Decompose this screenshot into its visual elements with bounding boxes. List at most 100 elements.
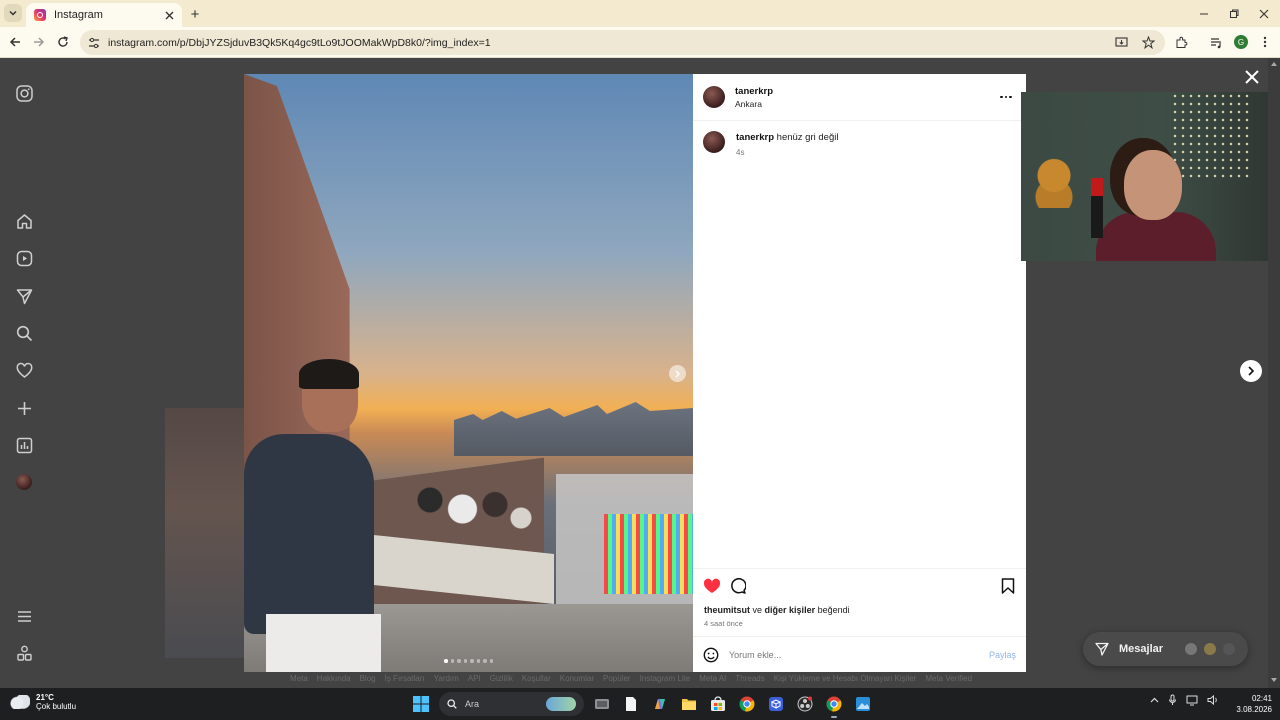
search-icon[interactable] xyxy=(14,323,34,343)
carousel-next-button[interactable] xyxy=(669,365,686,382)
footer-link[interactable]: Meta AI xyxy=(699,674,726,683)
speaker-icon[interactable] xyxy=(1207,694,1219,706)
post-location[interactable]: Ankara xyxy=(735,99,986,109)
instagram-logo-icon[interactable] xyxy=(14,83,34,103)
chrome-button[interactable] xyxy=(736,693,758,715)
also-from-meta-icon[interactable] xyxy=(14,643,34,663)
close-window-button[interactable] xyxy=(1254,4,1274,24)
caption-text: henüz gri değil xyxy=(776,132,839,143)
tab-title: Instagram xyxy=(54,9,103,21)
direct-messages-icon[interactable] xyxy=(14,286,34,306)
new-tab-button[interactable]: + xyxy=(185,4,205,24)
bookmark-star-icon[interactable] xyxy=(1142,36,1155,49)
store-button[interactable] xyxy=(707,693,729,715)
home-icon[interactable] xyxy=(14,211,34,231)
taskbar-search[interactable]: Ara xyxy=(439,692,584,716)
save-button[interactable] xyxy=(1001,578,1015,594)
notifications-heart-icon[interactable] xyxy=(14,360,34,380)
emoji-button[interactable] xyxy=(703,647,719,663)
profile-avatar-icon[interactable] xyxy=(14,472,34,492)
liker-username[interactable]: theumitsut xyxy=(704,605,750,615)
reload-button[interactable] xyxy=(53,32,73,52)
copilot-icon xyxy=(655,699,665,709)
copilot-button[interactable] xyxy=(649,693,671,715)
footer-link[interactable]: Meta Verified xyxy=(925,674,972,683)
footer-link[interactable]: Popüler xyxy=(603,674,631,683)
post-detail-panel: tanerkrp Ankara tanerkrp henüz gri değil… xyxy=(693,74,1026,672)
browser-menu-button[interactable] xyxy=(1255,32,1275,52)
extensions-button[interactable] xyxy=(1171,32,1191,52)
cloud-icon xyxy=(10,695,30,709)
chevron-up-icon[interactable] xyxy=(1150,696,1159,705)
weather-widget[interactable]: 21°C Çok bulutlu xyxy=(10,693,76,711)
chrome-active-button[interactable] xyxy=(823,693,845,718)
other-likers-link[interactable]: diğer kişiler xyxy=(765,605,816,615)
profile-button[interactable]: G xyxy=(1231,32,1251,52)
footer-link[interactable]: Konumlar xyxy=(560,674,594,683)
comment-button[interactable] xyxy=(730,578,746,594)
next-post-button[interactable] xyxy=(1240,360,1262,382)
footer-link[interactable]: Threads xyxy=(735,674,764,683)
restore-icon xyxy=(1230,9,1239,18)
obs-button[interactable] xyxy=(794,693,816,715)
caption-avatar[interactable] xyxy=(703,131,725,153)
cube-app-icon xyxy=(769,697,783,711)
address-bar[interactable]: instagram.com/p/DbjJYZSjduvB3Qk5Kq4gc9tL… xyxy=(80,30,1165,55)
tab-search-button[interactable] xyxy=(4,4,22,22)
browser-tab-instagram[interactable]: Instagram xyxy=(26,3,182,27)
site-settings-icon[interactable] xyxy=(88,37,100,49)
likes-connector: ve xyxy=(752,605,763,615)
close-tab-icon[interactable] xyxy=(165,11,174,20)
back-button[interactable] xyxy=(5,32,25,52)
contact-avatar xyxy=(1203,642,1217,656)
display-icon[interactable] xyxy=(1186,694,1198,706)
media-controls-button[interactable] xyxy=(1206,32,1226,52)
footer-link[interactable]: Hakkında xyxy=(317,674,351,683)
post-options-button[interactable] xyxy=(996,90,1016,104)
search-highlight-icon xyxy=(546,697,576,711)
footer-link[interactable]: İş Fırsatları xyxy=(385,674,425,683)
chevron-right-icon xyxy=(675,370,680,377)
footer-link[interactable]: API xyxy=(468,674,481,683)
author-avatar[interactable] xyxy=(703,86,725,108)
dashboard-icon[interactable] xyxy=(14,435,34,455)
footer-link[interactable]: Yardım xyxy=(434,674,459,683)
reels-icon[interactable] xyxy=(14,248,34,268)
comment-input[interactable]: Yorum ekle... xyxy=(729,650,979,660)
forward-button[interactable] xyxy=(29,32,49,52)
like-button[interactable] xyxy=(703,578,721,594)
more-menu-icon[interactable] xyxy=(14,606,34,626)
post-comment-button[interactable]: Paylaş xyxy=(989,650,1016,660)
file-app-button[interactable] xyxy=(620,693,642,715)
footer-link[interactable]: Instagram Lite xyxy=(640,674,691,683)
create-plus-icon[interactable] xyxy=(14,398,34,418)
caption-username[interactable]: tanerkrp xyxy=(736,132,774,143)
post-photo[interactable] xyxy=(244,74,693,672)
install-app-icon[interactable] xyxy=(1115,36,1128,49)
photos-button[interactable] xyxy=(852,693,874,715)
minimize-button[interactable] xyxy=(1194,4,1214,24)
page-scrollbar[interactable] xyxy=(1268,58,1280,688)
task-view-button[interactable] xyxy=(591,693,613,715)
post-caption: tanerkrp henüz gri değil 4s xyxy=(703,131,838,157)
messages-button[interactable]: Mesajlar xyxy=(1083,632,1248,666)
likes-suffix: beğendi xyxy=(817,605,850,615)
caption-time: 4s xyxy=(736,148,745,157)
author-username[interactable]: tanerkrp xyxy=(735,86,986,97)
footer-link[interactable]: Gizlilik xyxy=(490,674,513,683)
task-view-icon xyxy=(595,699,609,709)
start-button[interactable] xyxy=(410,693,432,715)
close-post-button[interactable] xyxy=(1243,68,1261,86)
puzzle-icon xyxy=(1176,36,1187,48)
weather-condition: Çok bulutlu xyxy=(36,702,77,711)
footer-link[interactable]: Blog xyxy=(360,674,376,683)
app-button[interactable] xyxy=(765,693,787,715)
file-explorer-button[interactable] xyxy=(678,693,700,715)
restore-button[interactable] xyxy=(1224,4,1244,24)
footer-link[interactable]: Kişi Yükleme ve Hesabı Olmayan Kişiler xyxy=(774,674,917,683)
taskbar-apps: Ara xyxy=(410,692,874,718)
taskbar-clock[interactable]: 02:41 3.08.2026 xyxy=(1224,693,1272,715)
microphone-icon[interactable] xyxy=(1168,694,1177,706)
footer-link[interactable]: Meta xyxy=(290,674,308,683)
footer-link[interactable]: Koşullar xyxy=(522,674,551,683)
